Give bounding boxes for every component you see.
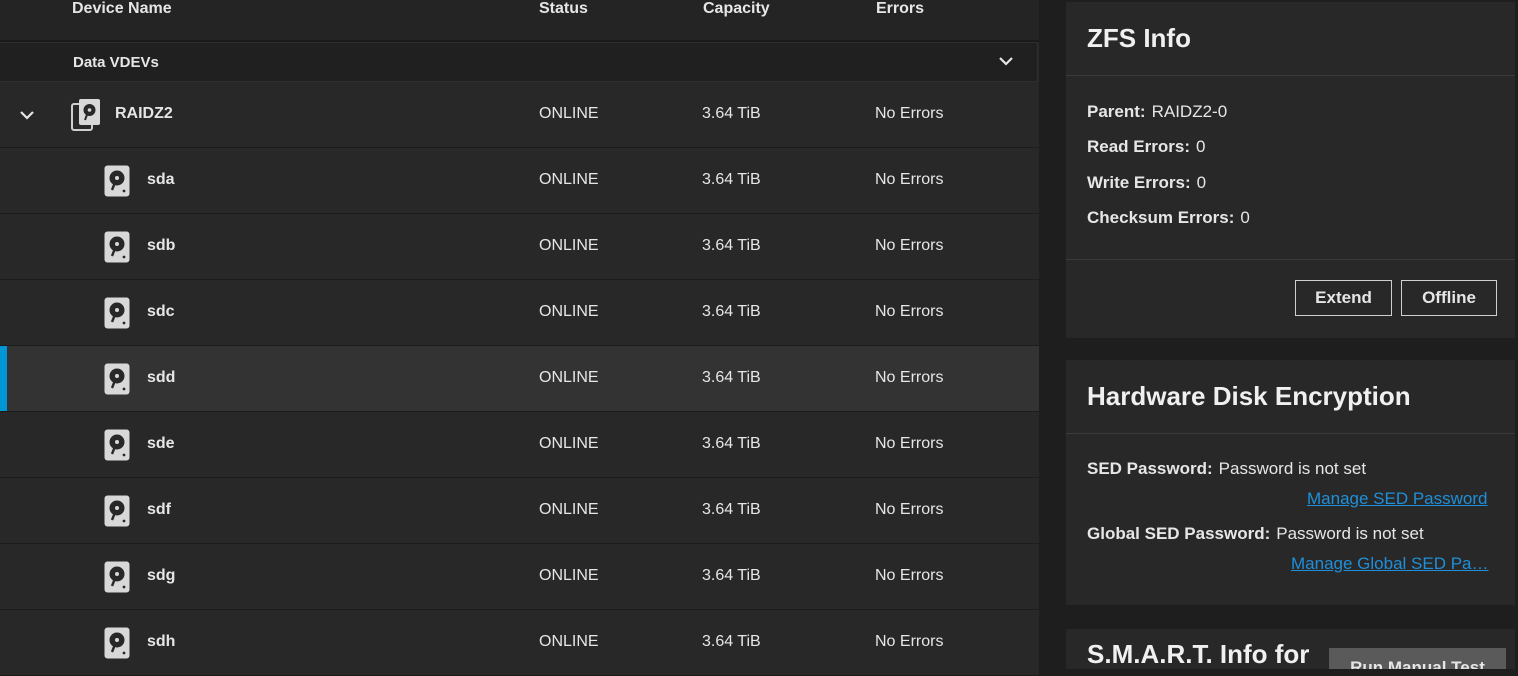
- checksum-errors-row: Checksum Errors: 0: [1087, 208, 1250, 228]
- disk-row[interactable]: sdc ONLINE 3.64 TiB No Errors: [0, 280, 1039, 346]
- disk-capacity: 3.64 TiB: [702, 567, 761, 584]
- read-errors-value: 0: [1195, 137, 1206, 156]
- divider: [1066, 75, 1515, 76]
- selection-indicator: [0, 346, 7, 411]
- hard-disk-icon: [104, 429, 130, 461]
- disk-row[interactable]: sdb ONLINE 3.64 TiB No Errors: [0, 214, 1039, 280]
- group-label: Data VDEVs: [73, 54, 159, 71]
- divider: [1066, 433, 1515, 434]
- disk-capacity: 3.64 TiB: [702, 633, 761, 650]
- disk-capacity: 3.64 TiB: [702, 435, 761, 452]
- header-errors[interactable]: Errors: [876, 0, 924, 18]
- disk-errors: No Errors: [875, 237, 944, 254]
- disk-name: sdf: [147, 501, 171, 518]
- parent-value: RAIDZ2-0: [1151, 102, 1228, 121]
- hard-disk-icon: [104, 297, 130, 329]
- vdev-errors: No Errors: [875, 105, 944, 122]
- disk-errors: No Errors: [875, 567, 944, 584]
- disk-status: ONLINE: [539, 633, 599, 650]
- write-errors-row: Write Errors: 0: [1087, 173, 1206, 193]
- disk-status: ONLINE: [539, 567, 599, 584]
- disk-row[interactable]: sda ONLINE 3.64 TiB No Errors: [0, 148, 1039, 214]
- zfs-info-card: ZFS Info Parent: RAIDZ2-0 Read Errors: 0 W…: [1066, 2, 1515, 338]
- global-sed-password-value: Password is not set: [1276, 524, 1424, 543]
- hard-disk-icon: [104, 165, 130, 197]
- sed-password-value: Password is not set: [1218, 459, 1367, 478]
- read-errors-row: Read Errors: 0: [1087, 137, 1205, 157]
- disk-capacity: 3.64 TiB: [702, 171, 761, 188]
- sed-password-row: SED Password: Password is not set: [1087, 459, 1366, 479]
- parent-label: Parent:: [1087, 102, 1146, 121]
- disk-errors: No Errors: [875, 171, 944, 188]
- vdev-status: ONLINE: [539, 105, 599, 122]
- hard-disk-icon: [104, 627, 130, 659]
- parent-row: Parent: RAIDZ2-0: [1087, 102, 1227, 122]
- manage-global-sed-password-link[interactable]: Manage Global SED Pa…: [1291, 554, 1489, 574]
- disk-capacity: 3.64 TiB: [702, 501, 761, 518]
- disk-name: sdd: [147, 369, 176, 386]
- disk-errors: No Errors: [875, 633, 944, 650]
- header-status[interactable]: Status: [539, 0, 588, 18]
- disk-errors: No Errors: [875, 501, 944, 518]
- disk-row[interactable]: sdg ONLINE 3.64 TiB No Errors: [0, 544, 1039, 610]
- vdev-disks-icon: [71, 99, 100, 131]
- disk-name: sdc: [147, 303, 175, 320]
- vdev-capacity: 3.64 TiB: [702, 105, 761, 122]
- manage-sed-password-link[interactable]: Manage SED Password: [1307, 489, 1487, 509]
- disk-name: sdh: [147, 633, 176, 650]
- disk-status: ONLINE: [539, 435, 599, 452]
- disk-status: ONLINE: [539, 171, 599, 188]
- write-errors-label: Write Errors:: [1087, 173, 1191, 192]
- disk-errors: No Errors: [875, 369, 944, 386]
- checksum-errors-label: Checksum Errors:: [1087, 208, 1235, 227]
- global-sed-password-label: Global SED Password:: [1087, 524, 1271, 543]
- zfs-info-title: ZFS Info: [1087, 23, 1191, 53]
- chevron-down-icon[interactable]: [997, 52, 1015, 70]
- extend-button[interactable]: Extend: [1295, 280, 1392, 316]
- disk-row[interactable]: sdh ONLINE 3.64 TiB No Errors: [0, 610, 1039, 676]
- disk-name: sdb: [147, 237, 176, 254]
- disk-status: ONLINE: [539, 237, 599, 254]
- disk-status: ONLINE: [539, 369, 599, 386]
- disk-name: sda: [147, 171, 175, 188]
- disk-name: sde: [147, 435, 175, 452]
- encryption-title: Hardware Disk Encryption: [1087, 381, 1411, 411]
- run-manual-test-button[interactable]: Run Manual Test: [1329, 648, 1506, 669]
- data-vdevs-group-header[interactable]: Data VDEVs: [0, 42, 1038, 82]
- disk-capacity: 3.64 TiB: [702, 369, 761, 386]
- vdev-name: RAIDZ2: [115, 105, 173, 122]
- disk-row[interactable]: sde ONLINE 3.64 TiB No Errors: [0, 412, 1039, 478]
- hardware-encryption-card: Hardware Disk Encryption SED Password: Pa…: [1066, 360, 1515, 605]
- disk-errors: No Errors: [875, 435, 944, 452]
- header-device-name[interactable]: Device Name: [72, 0, 172, 18]
- disk-row[interactable]: sdd ONLINE 3.64 TiB No Errors: [0, 346, 1039, 412]
- smart-title: S.M.A.R.T. Info for: [1087, 639, 1310, 669]
- devices-table: Device Name Status Capacity Errors Data …: [0, 0, 1039, 676]
- hard-disk-icon: [104, 561, 130, 593]
- sed-password-label: SED Password:: [1087, 459, 1213, 478]
- disk-capacity: 3.64 TiB: [702, 237, 761, 254]
- disk-status: ONLINE: [539, 501, 599, 518]
- disk-name: sdg: [147, 567, 176, 584]
- vdev-row[interactable]: RAIDZ2 ONLINE 3.64 TiB No Errors: [0, 82, 1039, 148]
- hard-disk-icon: [104, 231, 130, 263]
- chevron-down-icon[interactable]: [17, 106, 37, 124]
- checksum-errors-value: 0: [1240, 208, 1250, 227]
- header-capacity[interactable]: Capacity: [703, 0, 770, 18]
- global-sed-password-row: Global SED Password: Password is not set: [1087, 524, 1424, 544]
- disk-errors: No Errors: [875, 303, 944, 320]
- write-errors-value: 0: [1196, 173, 1207, 192]
- offline-button[interactable]: Offline: [1401, 280, 1497, 316]
- smart-info-card: S.M.A.R.T. Info for Run Manual Test: [1066, 629, 1515, 669]
- disk-row[interactable]: sdf ONLINE 3.64 TiB No Errors: [0, 478, 1039, 544]
- disk-status: ONLINE: [539, 303, 599, 320]
- hard-disk-icon: [104, 363, 130, 395]
- hard-disk-icon: [104, 495, 130, 527]
- divider: [1066, 259, 1515, 260]
- table-header: Device Name Status Capacity Errors: [0, 0, 1039, 42]
- disk-capacity: 3.64 TiB: [702, 303, 761, 320]
- read-errors-label: Read Errors:: [1087, 137, 1190, 156]
